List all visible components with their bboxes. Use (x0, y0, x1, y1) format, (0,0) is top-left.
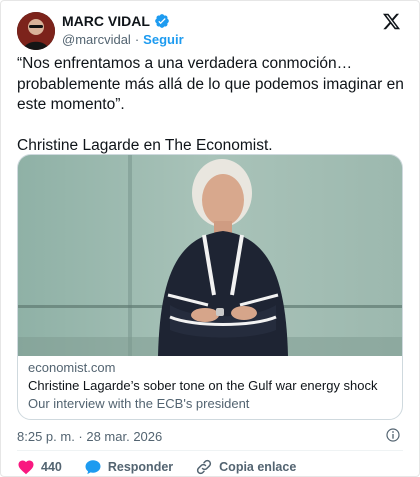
action-bar: 440 Responder Copia enlace (17, 458, 318, 476)
link-title: Christine Lagarde’s sober tone on the Gu… (28, 378, 378, 393)
avatar[interactable] (17, 12, 55, 50)
link-preview-meta: economist.com Christine Lagarde’s sober … (18, 359, 402, 413)
author-name-row: MARC VIDAL (62, 13, 170, 29)
verified-badge-icon (154, 13, 170, 29)
reply-button[interactable]: Responder (84, 458, 173, 476)
link-icon (197, 459, 212, 475)
tweet-timestamp[interactable]: 8:25 p. m. · 28 mar. 2026 (17, 429, 162, 444)
heart-icon (18, 460, 34, 475)
reply-label: Responder (107, 460, 174, 474)
copy-link-label: Copia enlace (219, 460, 297, 474)
link-preview-card[interactable]: economist.com Christine Lagarde’s sober … (17, 154, 403, 420)
x-logo-icon[interactable] (382, 12, 401, 31)
reply-bubble-icon (85, 460, 101, 475)
article-photo (18, 155, 402, 356)
tweet-attribution: Christine Lagarde en The Economist. (17, 136, 273, 154)
author-name[interactable]: MARC VIDAL (62, 13, 150, 29)
tweet-quote: “Nos enfrentamos a una verdadera conmoci… (17, 55, 404, 113)
copy-link-button[interactable]: Copia enlace (195, 458, 296, 476)
tweet-embed: MARC VIDAL @marcvidal · Seguir “Nos enfr… (0, 0, 420, 477)
follow-button[interactable]: Seguir (143, 32, 183, 47)
link-domain: economist.com (28, 360, 116, 375)
like-button[interactable]: 440 (17, 458, 62, 476)
like-count: 440 (41, 460, 62, 474)
author-handle-row: @marcvidal · Seguir (62, 32, 184, 47)
separator-dot: · (134, 32, 140, 47)
divider (17, 450, 403, 451)
info-icon[interactable] (385, 427, 401, 443)
author-handle[interactable]: @marcvidal (62, 32, 131, 47)
link-description: Our interview with the ECB's president (28, 396, 250, 411)
